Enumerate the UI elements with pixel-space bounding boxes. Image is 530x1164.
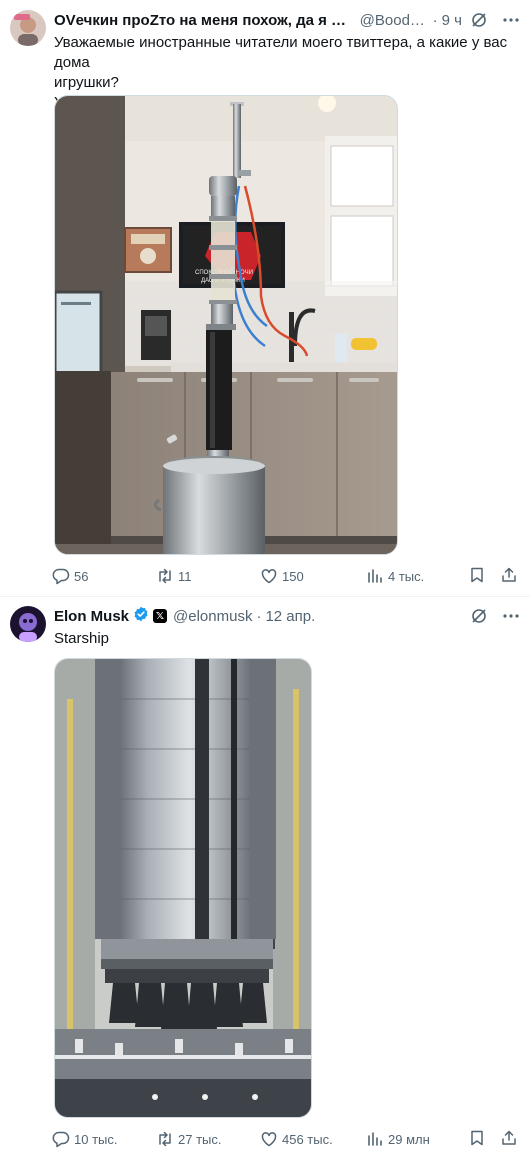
- repost-icon: [156, 1130, 174, 1148]
- tweet-text-line: игрушки?: [54, 74, 119, 91]
- views-icon: [366, 1130, 384, 1148]
- author-handle[interactable]: @Booddd...: [360, 12, 429, 29]
- tweet-header: Elon Musk 𝕏 @elonmusk · 12 апр.: [54, 606, 520, 626]
- author-handle[interactable]: @elonmusk: [173, 608, 252, 625]
- like-button[interactable]: 456 тыс.: [260, 1130, 366, 1148]
- tweet-text: Starship: [54, 629, 518, 649]
- repost-icon: [156, 567, 174, 585]
- reply-button[interactable]: 56: [52, 567, 156, 585]
- views-button[interactable]: 4 тыс.: [366, 567, 424, 585]
- like-button[interactable]: 150: [260, 567, 366, 585]
- repost-count: 27 тыс.: [178, 1131, 222, 1147]
- views-count: 29 млн: [388, 1131, 430, 1147]
- separator-dot: ·: [256, 607, 262, 625]
- reply-count: 10 тыс.: [74, 1131, 118, 1147]
- tweet-photo-starship-booster[interactable]: [54, 658, 312, 1118]
- tweet-time[interactable]: 12 апр.: [265, 608, 315, 625]
- author-name[interactable]: Elon Musk: [54, 608, 129, 625]
- bookmark-icon[interactable]: [468, 1129, 486, 1150]
- tweet-1[interactable]: OVечкин проZто на меня похож, да я и пос…: [0, 0, 530, 596]
- repost-button[interactable]: 11: [156, 567, 260, 585]
- like-icon: [260, 1130, 278, 1148]
- reply-count: 56: [74, 568, 89, 584]
- like-count: 456 тыс.: [282, 1131, 333, 1147]
- reply-button[interactable]: 10 тыс.: [52, 1130, 156, 1148]
- grok-icon[interactable]: [470, 607, 488, 625]
- x-affiliate-icon: 𝕏: [153, 609, 168, 623]
- tweet-actions: 56 11 150 4 тыс.: [52, 566, 518, 586]
- verified-icon: [133, 606, 149, 626]
- like-icon: [260, 567, 278, 585]
- tweet-actions: 10 тыс. 27 тыс. 456 тыс. 29 млн: [52, 1129, 518, 1149]
- reply-icon: [52, 567, 70, 585]
- avatar[interactable]: [10, 10, 46, 46]
- views-icon: [366, 567, 384, 585]
- tweet-2[interactable]: Elon Musk 𝕏 @elonmusk · 12 апр. Starship: [0, 596, 530, 1164]
- more-icon[interactable]: [502, 11, 520, 29]
- tweet-photo-kitchen-distiller[interactable]: СПОКОЙНОЙ НОЧИ ДАО И УТОЧКИ: [54, 95, 398, 555]
- views-count: 4 тыс.: [388, 568, 425, 584]
- share-icon[interactable]: [500, 1129, 518, 1150]
- separator-dot: ·: [432, 11, 438, 29]
- repost-button[interactable]: 27 тыс.: [156, 1130, 260, 1148]
- avatar[interactable]: [10, 606, 46, 642]
- views-button[interactable]: 29 млн: [366, 1130, 430, 1148]
- like-count: 150: [282, 568, 304, 584]
- grok-icon[interactable]: [470, 11, 488, 29]
- repost-count: 11: [178, 568, 192, 584]
- tweet-header: OVечкин проZто на меня похож, да я и пос…: [54, 10, 520, 30]
- tweet-text-line: Уважаемые иностранные читатели моего тви…: [54, 34, 508, 71]
- reply-icon: [52, 1130, 70, 1148]
- tweet-time[interactable]: 9 ч: [442, 12, 462, 29]
- bookmark-icon[interactable]: [468, 566, 486, 587]
- tweet-text-line: Starship: [54, 630, 110, 647]
- author-name[interactable]: OVечкин проZто на меня похож, да я и пос…: [54, 12, 354, 29]
- share-icon[interactable]: [500, 566, 518, 587]
- more-icon[interactable]: [502, 607, 520, 625]
